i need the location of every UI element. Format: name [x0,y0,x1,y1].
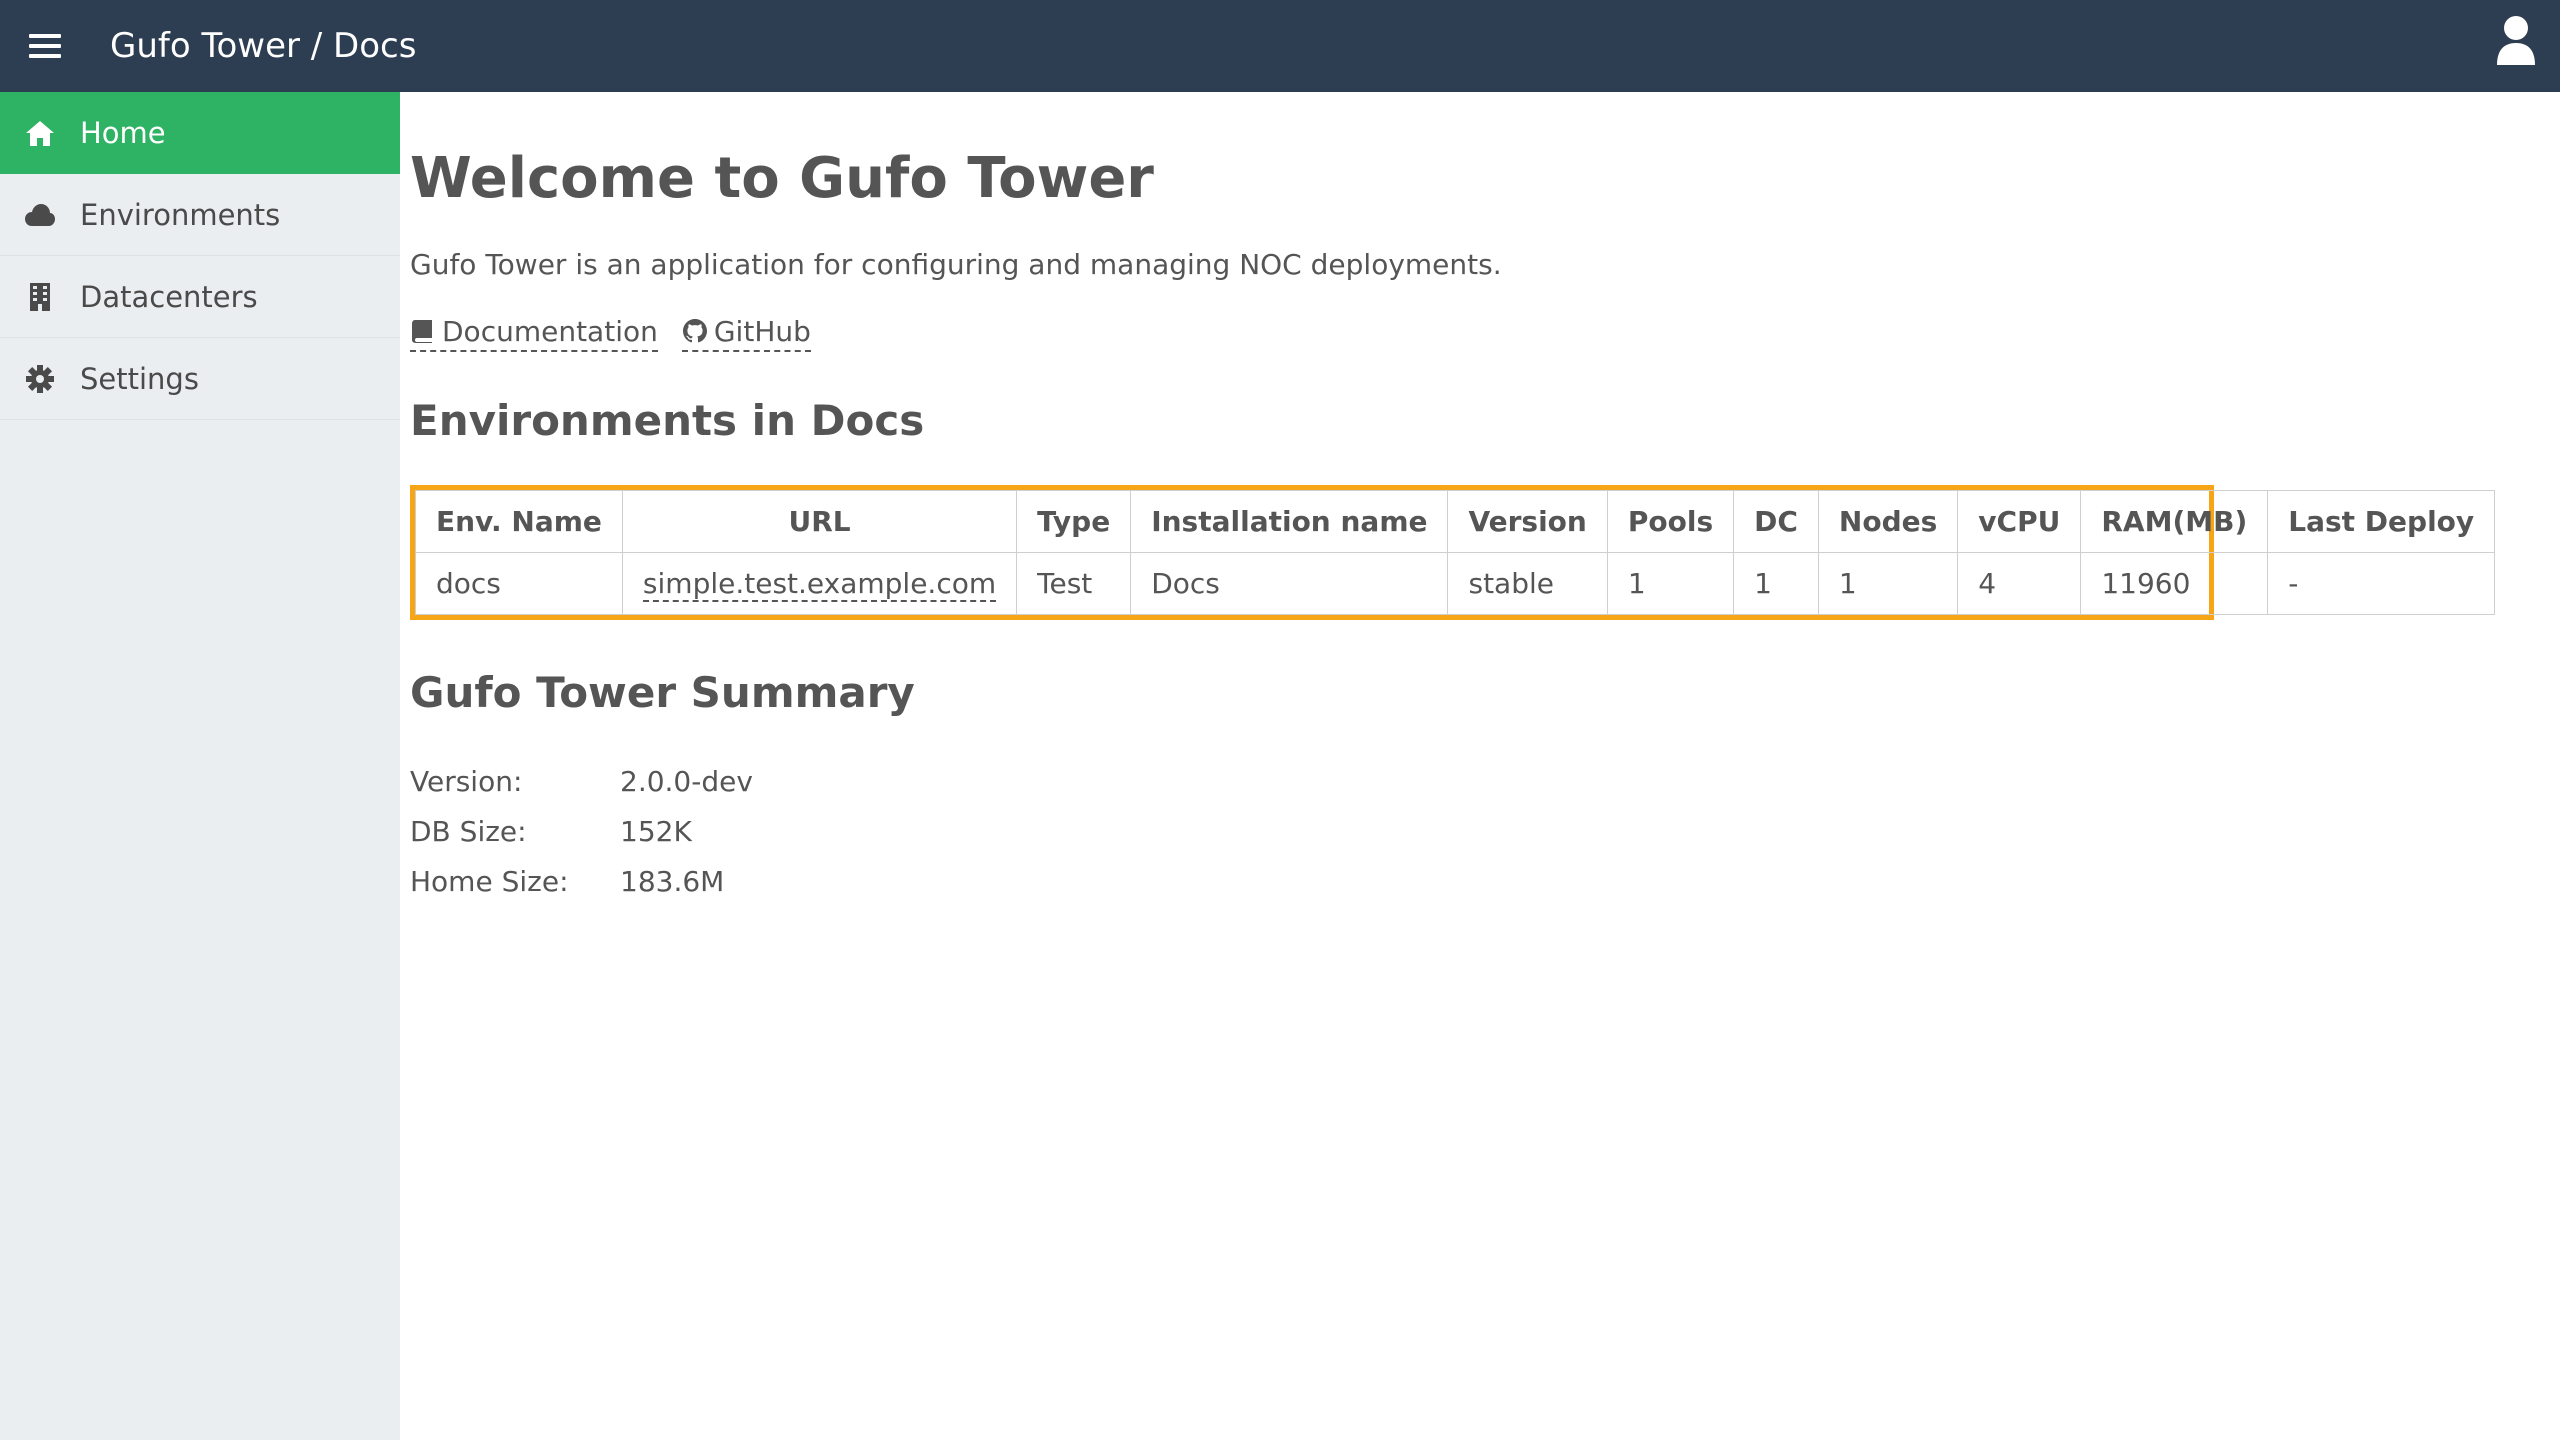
column-header-nodes: Nodes [1817,489,1959,553]
github-link[interactable]: GitHub [681,314,811,352]
sidebar-item-home[interactable]: Home [0,92,400,174]
column-header-ram: RAM(MB) [2080,489,2269,553]
doc-links: Documentation GitHub [410,315,2560,352]
cell-last-deploy: - [2267,551,2496,615]
sidebar-item-settings[interactable]: Settings [0,338,400,420]
cell-dc: 1 [1733,551,1819,615]
sidebar-item-label: Settings [80,361,199,396]
book-icon [412,320,432,344]
sidebar-item-environments[interactable]: Environments [0,174,400,256]
column-header-type: Type [1016,489,1132,553]
hamburger-icon [29,34,61,58]
github-link-label: GitHub [713,314,811,348]
summary-row-version: Version: 2.0.0-dev [410,757,2560,807]
column-header-dc: DC [1733,489,1819,553]
cell-ram: 11960 [2080,551,2269,615]
environment-url-link[interactable]: simple.test.example.com [642,566,997,602]
summary-label: Version: [410,765,523,799]
sidebar-item-label: Datacenters [80,279,258,314]
github-icon [682,319,707,343]
cell-installation-name: Docs [1130,551,1449,615]
user-icon [2497,16,2535,65]
cell-version: stable [1447,551,1608,615]
cell-vcpu: 4 [1957,551,2082,615]
user-menu-button[interactable] [2492,12,2540,68]
summary-row-db-size: DB Size: 152K [410,807,2560,857]
sidebar-item-datacenters[interactable]: Datacenters [0,256,400,338]
column-header-version: Version [1447,489,1608,553]
summary-label: Home Size: [410,865,569,899]
environments-section-title: Environments in Docs [410,395,925,445]
environments-table-highlight: Env. Name URL Type Installation name Ver… [410,484,2496,620]
home-icon [0,118,80,148]
menu-toggle-button[interactable] [0,0,90,92]
table-header-row: Env. Name URL Type Installation name Ver… [415,489,2496,553]
sidebar-item-label: Environments [80,197,281,232]
cell-nodes: 1 [1817,551,1959,615]
cell-pools: 1 [1606,551,1735,615]
main-content: Welcome to Gufo Tower Gufo Tower is an a… [410,92,2560,907]
building-icon [0,282,80,312]
summary-label: DB Size: [410,815,527,849]
sidebar-item-label: Home [80,115,166,150]
column-header-env-name: Env. Name [415,489,623,553]
cell-type: Test [1016,551,1132,615]
column-header-vcpu: vCPU [1957,489,2082,553]
summary-list: Version: 2.0.0-dev DB Size: 152K Home Si… [410,757,2560,907]
summary-value: 152K [620,815,692,849]
summary-value: 183.6M [620,865,725,899]
gear-icon [0,364,80,394]
page-title: Welcome to Gufo Tower [410,146,1154,211]
app-title: Gufo Tower / Docs [110,26,417,66]
sidebar: Home Environments Datacenters Settings [0,92,400,1440]
cell-url: simple.test.example.com [621,551,1018,615]
table-row: docs simple.test.example.com Test Docs s… [415,551,2496,615]
documentation-link[interactable]: Documentation [410,315,658,352]
summary-section-title: Gufo Tower Summary [410,667,915,717]
cloud-icon [0,200,80,230]
column-header-url: URL [621,489,1018,553]
column-header-pools: Pools [1606,489,1735,553]
environments-table: Env. Name URL Type Installation name Ver… [415,489,2496,615]
column-header-last-deploy: Last Deploy [2267,489,2496,553]
summary-value: 2.0.0-dev [620,765,753,799]
intro-text: Gufo Tower is an application for configu… [410,247,1502,281]
documentation-link-label: Documentation [442,314,658,348]
cell-env-name: docs [415,551,623,615]
top-bar: Gufo Tower / Docs [0,0,2560,92]
column-header-installation-name: Installation name [1130,489,1449,553]
summary-row-home-size: Home Size: 183.6M [410,857,2560,907]
